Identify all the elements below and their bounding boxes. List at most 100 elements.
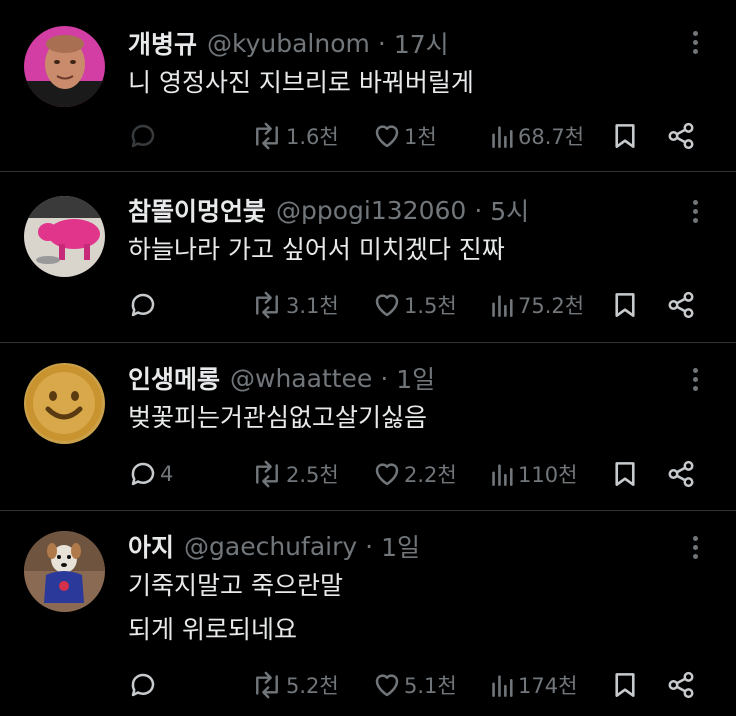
more-options-icon[interactable] bbox=[686, 197, 704, 227]
reply-button[interactable]: 4 bbox=[128, 456, 173, 492]
separator-dot: · bbox=[474, 195, 483, 225]
post-header: 인생메롱 @whaattee · 1일 bbox=[128, 361, 435, 395]
post-text-line: 기죽지말고 죽으란말 bbox=[128, 571, 343, 600]
views-chart-icon bbox=[492, 126, 513, 148]
like-button[interactable]: 5.1천 bbox=[372, 667, 457, 703]
separator-dot: · bbox=[365, 531, 374, 561]
bookmark-button[interactable] bbox=[612, 667, 638, 703]
post-text-line: 니 영정사진 지브리로 바꿔버릴게 bbox=[128, 68, 474, 97]
post-1[interactable]: 개병규 @kyubalnom · 17시 니 영정사진 지브리로 바꿔버릴게 1… bbox=[0, 0, 736, 172]
dog-in-sweater-avatar-icon bbox=[24, 531, 105, 612]
views-chart-icon bbox=[492, 464, 513, 486]
heart-icon bbox=[375, 294, 399, 317]
separator-dot: · bbox=[377, 28, 386, 58]
views-button[interactable]: 75.2천 bbox=[490, 287, 584, 323]
share-button[interactable] bbox=[666, 287, 696, 323]
repost-count: 3.1천 bbox=[286, 294, 339, 318]
share-icon bbox=[668, 671, 694, 699]
bookmark-icon bbox=[615, 293, 635, 317]
post-text: 하늘나라 가고 싶어서 미치겠다 진짜 bbox=[128, 228, 505, 272]
pink-pig-figure-avatar-icon bbox=[24, 196, 105, 277]
share-icon bbox=[668, 122, 694, 150]
post-time[interactable]: 1일 bbox=[381, 528, 420, 564]
like-button[interactable]: 2.2천 bbox=[372, 456, 457, 492]
user-handle[interactable]: @gaechufairy bbox=[184, 532, 357, 561]
post-header: 개병규 @kyubalnom · 17시 bbox=[128, 26, 449, 60]
more-options-icon[interactable] bbox=[686, 533, 704, 563]
user-handle[interactable]: @whaattee bbox=[230, 364, 372, 393]
display-name[interactable]: 아지 bbox=[128, 528, 174, 564]
heart-icon bbox=[375, 463, 399, 486]
like-count: 1천 bbox=[404, 125, 437, 149]
post-text-line: 하늘나라 가고 싶어서 미치겠다 진짜 bbox=[128, 235, 505, 264]
post-header: 참똘이멍언붗 @ppogi132060 · 5시 bbox=[128, 193, 529, 227]
views-count: 68.7천 bbox=[518, 125, 585, 149]
repost-button[interactable]: 1.6천 bbox=[250, 118, 339, 154]
reply-icon bbox=[131, 124, 155, 148]
post-4[interactable]: 아지 @gaechufairy · 1일 기죽지말고 죽으란말 되게 위로되네요… bbox=[0, 512, 736, 716]
like-count: 5.1천 bbox=[404, 674, 457, 698]
reply-icon bbox=[131, 293, 155, 317]
views-count: 110천 bbox=[518, 463, 578, 487]
repost-icon bbox=[256, 291, 278, 319]
post-actions: 1.6천 1천 68.7천 bbox=[0, 118, 736, 154]
display-name[interactable]: 개병규 bbox=[128, 25, 197, 61]
bookmark-button[interactable] bbox=[612, 456, 638, 492]
avatar[interactable] bbox=[24, 26, 105, 107]
post-time[interactable]: 1일 bbox=[396, 360, 435, 396]
reply-button[interactable] bbox=[128, 287, 160, 323]
post-text-line: 벚꽃피는거관심없고살기싫음 bbox=[128, 403, 428, 432]
user-handle[interactable]: @ppogi132060 bbox=[276, 196, 466, 225]
more-options-icon[interactable] bbox=[686, 365, 704, 395]
bookmark-icon bbox=[615, 462, 635, 486]
post-3[interactable]: 인생메롱 @whaattee · 1일 벚꽃피는거관심없고살기싫음 4 2.5천… bbox=[0, 344, 736, 511]
repost-button[interactable]: 2.5천 bbox=[250, 456, 339, 492]
repost-count: 1.6천 bbox=[286, 125, 339, 149]
repost-button[interactable]: 3.1천 bbox=[250, 287, 339, 323]
bookmark-icon bbox=[615, 673, 635, 697]
bookmark-button[interactable] bbox=[612, 287, 638, 323]
display-name[interactable]: 인생메롱 bbox=[128, 360, 220, 396]
person-portrait-avatar-icon bbox=[24, 26, 105, 107]
repost-count: 2.5천 bbox=[286, 463, 339, 487]
like-count: 1.5천 bbox=[404, 294, 457, 318]
repost-icon bbox=[256, 460, 278, 488]
views-count: 174천 bbox=[518, 674, 578, 698]
repost-button[interactable]: 5.2천 bbox=[250, 667, 339, 703]
heart-icon bbox=[375, 674, 399, 697]
like-button[interactable]: 1.5천 bbox=[372, 287, 457, 323]
post-actions: 3.1천 1.5천 75.2천 bbox=[0, 287, 736, 323]
post-2[interactable]: 참똘이멍언붗 @ppogi132060 · 5시 하늘나라 가고 싶어서 미치겠… bbox=[0, 173, 736, 343]
avatar[interactable] bbox=[24, 196, 105, 277]
avatar[interactable] bbox=[24, 531, 105, 612]
views-button[interactable]: 174천 bbox=[490, 667, 577, 703]
bookmark-button[interactable] bbox=[612, 118, 638, 154]
share-icon bbox=[668, 291, 694, 319]
views-chart-icon bbox=[492, 295, 513, 317]
views-count: 75.2천 bbox=[518, 294, 585, 318]
share-button[interactable] bbox=[666, 667, 696, 703]
post-text: 니 영정사진 지브리로 바꿔버릴게 bbox=[128, 61, 474, 105]
post-header: 아지 @gaechufairy · 1일 bbox=[128, 529, 420, 563]
post-text: 기죽지말고 죽으란말 되게 위로되네요 bbox=[128, 564, 343, 652]
like-button[interactable]: 1천 bbox=[372, 118, 437, 154]
display-name[interactable]: 참똘이멍언붗 bbox=[128, 192, 266, 228]
views-chart-icon bbox=[492, 675, 513, 697]
avatar[interactable] bbox=[24, 363, 105, 444]
reply-button[interactable] bbox=[128, 667, 160, 703]
like-count: 2.2천 bbox=[404, 463, 457, 487]
views-button[interactable]: 68.7천 bbox=[490, 118, 584, 154]
reply-button[interactable] bbox=[128, 118, 160, 154]
post-text-line: 되게 위로되네요 bbox=[128, 615, 297, 644]
views-button[interactable]: 110천 bbox=[490, 456, 577, 492]
share-icon bbox=[668, 460, 694, 488]
post-time[interactable]: 17시 bbox=[394, 25, 449, 61]
post-actions: 4 2.5천 2.2천 110천 bbox=[0, 456, 736, 492]
more-options-icon[interactable] bbox=[686, 28, 704, 58]
share-button[interactable] bbox=[666, 118, 696, 154]
share-button[interactable] bbox=[666, 456, 696, 492]
post-time[interactable]: 5시 bbox=[490, 192, 529, 228]
smiley-cookie-avatar-icon bbox=[24, 363, 105, 444]
user-handle[interactable]: @kyubalnom bbox=[207, 29, 370, 58]
reply-icon bbox=[131, 462, 155, 486]
